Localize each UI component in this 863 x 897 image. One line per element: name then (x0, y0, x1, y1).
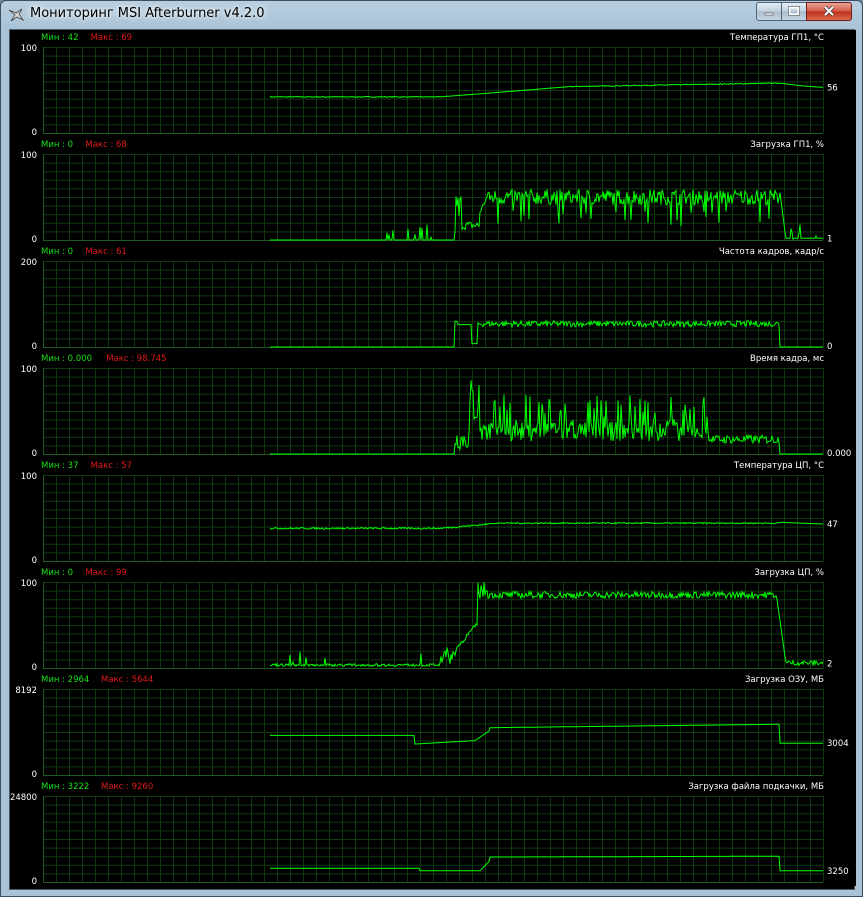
max-label: Макс : 61 (85, 247, 126, 257)
panel-title: Загрузка ОЗУ, МБ (745, 675, 824, 685)
close-icon (823, 5, 835, 17)
afterburner-app-icon (8, 7, 25, 23)
panel-title: Время кадра, мс (750, 354, 824, 364)
axis-max-label: 24800 (10, 793, 37, 803)
graph-panel: Мин : 0.000 Макс : 98.745 Время кадра, мс 1… (10, 351, 856, 459)
graph-panel: Мин : 0 Макс : 99 Загрузка ЦП, % 100 0 2 (10, 565, 856, 673)
panel-title: Температура ЦП, °С (733, 461, 824, 471)
min-label: Мин : 3222 (41, 782, 89, 792)
graph-panel: Мин : 0 Макс : 68 Загрузка ГП1, % 100 0 1 (10, 137, 856, 245)
current-value: 0.000 (827, 449, 851, 459)
min-label: Мин : 37 (41, 461, 79, 471)
max-label: Макс : 9260 (101, 782, 153, 792)
panel-title: Загрузка ГП1, % (750, 140, 824, 150)
panel-grid (43, 689, 824, 776)
title-bar[interactable]: Мониторинг MSI Afterburner v4.2.0 (1, 1, 862, 29)
current-value: 1 (827, 234, 832, 244)
panel-grid (43, 261, 824, 348)
panel-grid (43, 475, 824, 562)
minimize-icon (764, 12, 774, 16)
graph-panel: Мин : 37 Макс : 57 Температура ЦП, °С 100 0 4… (10, 458, 856, 566)
close-button[interactable] (806, 2, 852, 21)
panel-title: Температура ГП1, °С (729, 33, 824, 43)
current-value: 3250 (827, 867, 849, 877)
window-title: Мониторинг MSI Afterburner v4.2.0 (30, 6, 265, 21)
min-label: Мин : 2964 (41, 675, 89, 685)
panel-title: Загрузка ЦП, % (754, 568, 824, 578)
axis-min-label: 0 (32, 770, 37, 780)
axis-min-label: 0 (32, 128, 37, 138)
min-label: Мин : 42 (41, 33, 79, 43)
max-label: Макс : 98.745 (106, 354, 166, 364)
axis-min-label: 0 (32, 663, 37, 673)
panel-title: Загрузка файла подкачки, МБ (688, 782, 824, 792)
axis-max-label: 200 (21, 258, 37, 268)
maximize-button[interactable] (781, 2, 807, 21)
axis-min-label: 0 (32, 342, 37, 352)
graph-panel: Мин : 2964 Макс : 5644 Загрузка ОЗУ, МБ 819… (10, 672, 856, 780)
current-value: 0 (827, 342, 832, 352)
min-label: Мин : 0 (41, 568, 73, 578)
max-label: Макс : 57 (91, 461, 132, 471)
max-label: Макс : 5644 (101, 675, 153, 685)
graph-area: Мин : 42 Макс : 69 Температура ГП1, °С 100 0… (9, 29, 856, 890)
max-label: Макс : 99 (85, 568, 126, 578)
maximize-icon (788, 6, 800, 16)
panel-grid (43, 368, 824, 455)
current-value: 56 (827, 83, 838, 93)
max-label: Макс : 69 (91, 33, 132, 43)
panel-title: Частота кадров, кадр/с (719, 247, 824, 257)
panel-grid (43, 796, 824, 883)
axis-max-label: 100 (21, 472, 37, 482)
axis-min-label: 0 (32, 235, 37, 245)
current-value: 2 (827, 659, 832, 669)
axis-max-label: 100 (21, 365, 37, 375)
axis-min-label: 0 (32, 877, 37, 887)
axis-min-label: 0 (32, 449, 37, 459)
current-value: 47 (827, 520, 838, 530)
graph-panel: Мин : 3222 Макс : 9260 Загрузка файла подк… (10, 779, 856, 887)
min-label: Мин : 0 (41, 247, 73, 257)
min-label: Мин : 0.000 (41, 354, 92, 364)
axis-max-label: 8192 (15, 686, 37, 696)
axis-max-label: 100 (21, 579, 37, 589)
axis-max-label: 100 (21, 44, 37, 54)
min-label: Мин : 0 (41, 140, 73, 150)
minimize-button[interactable] (756, 2, 782, 21)
panel-grid (43, 47, 824, 134)
monitoring-window: Мониторинг MSI Afterburner v4.2.0 Мин : … (0, 0, 863, 897)
graph-panel: Мин : 0 Макс : 61 Частота кадров, кадр/с 20… (10, 244, 856, 352)
max-label: Макс : 68 (85, 140, 126, 150)
axis-min-label: 0 (32, 556, 37, 566)
graph-panel: Мин : 42 Макс : 69 Температура ГП1, °С 100 0… (10, 30, 856, 138)
monitoring-graphs: Мин : 42 Макс : 69 Температура ГП1, °С1000… (10, 30, 856, 887)
current-value: 3004 (827, 739, 849, 749)
axis-max-label: 100 (21, 151, 37, 161)
